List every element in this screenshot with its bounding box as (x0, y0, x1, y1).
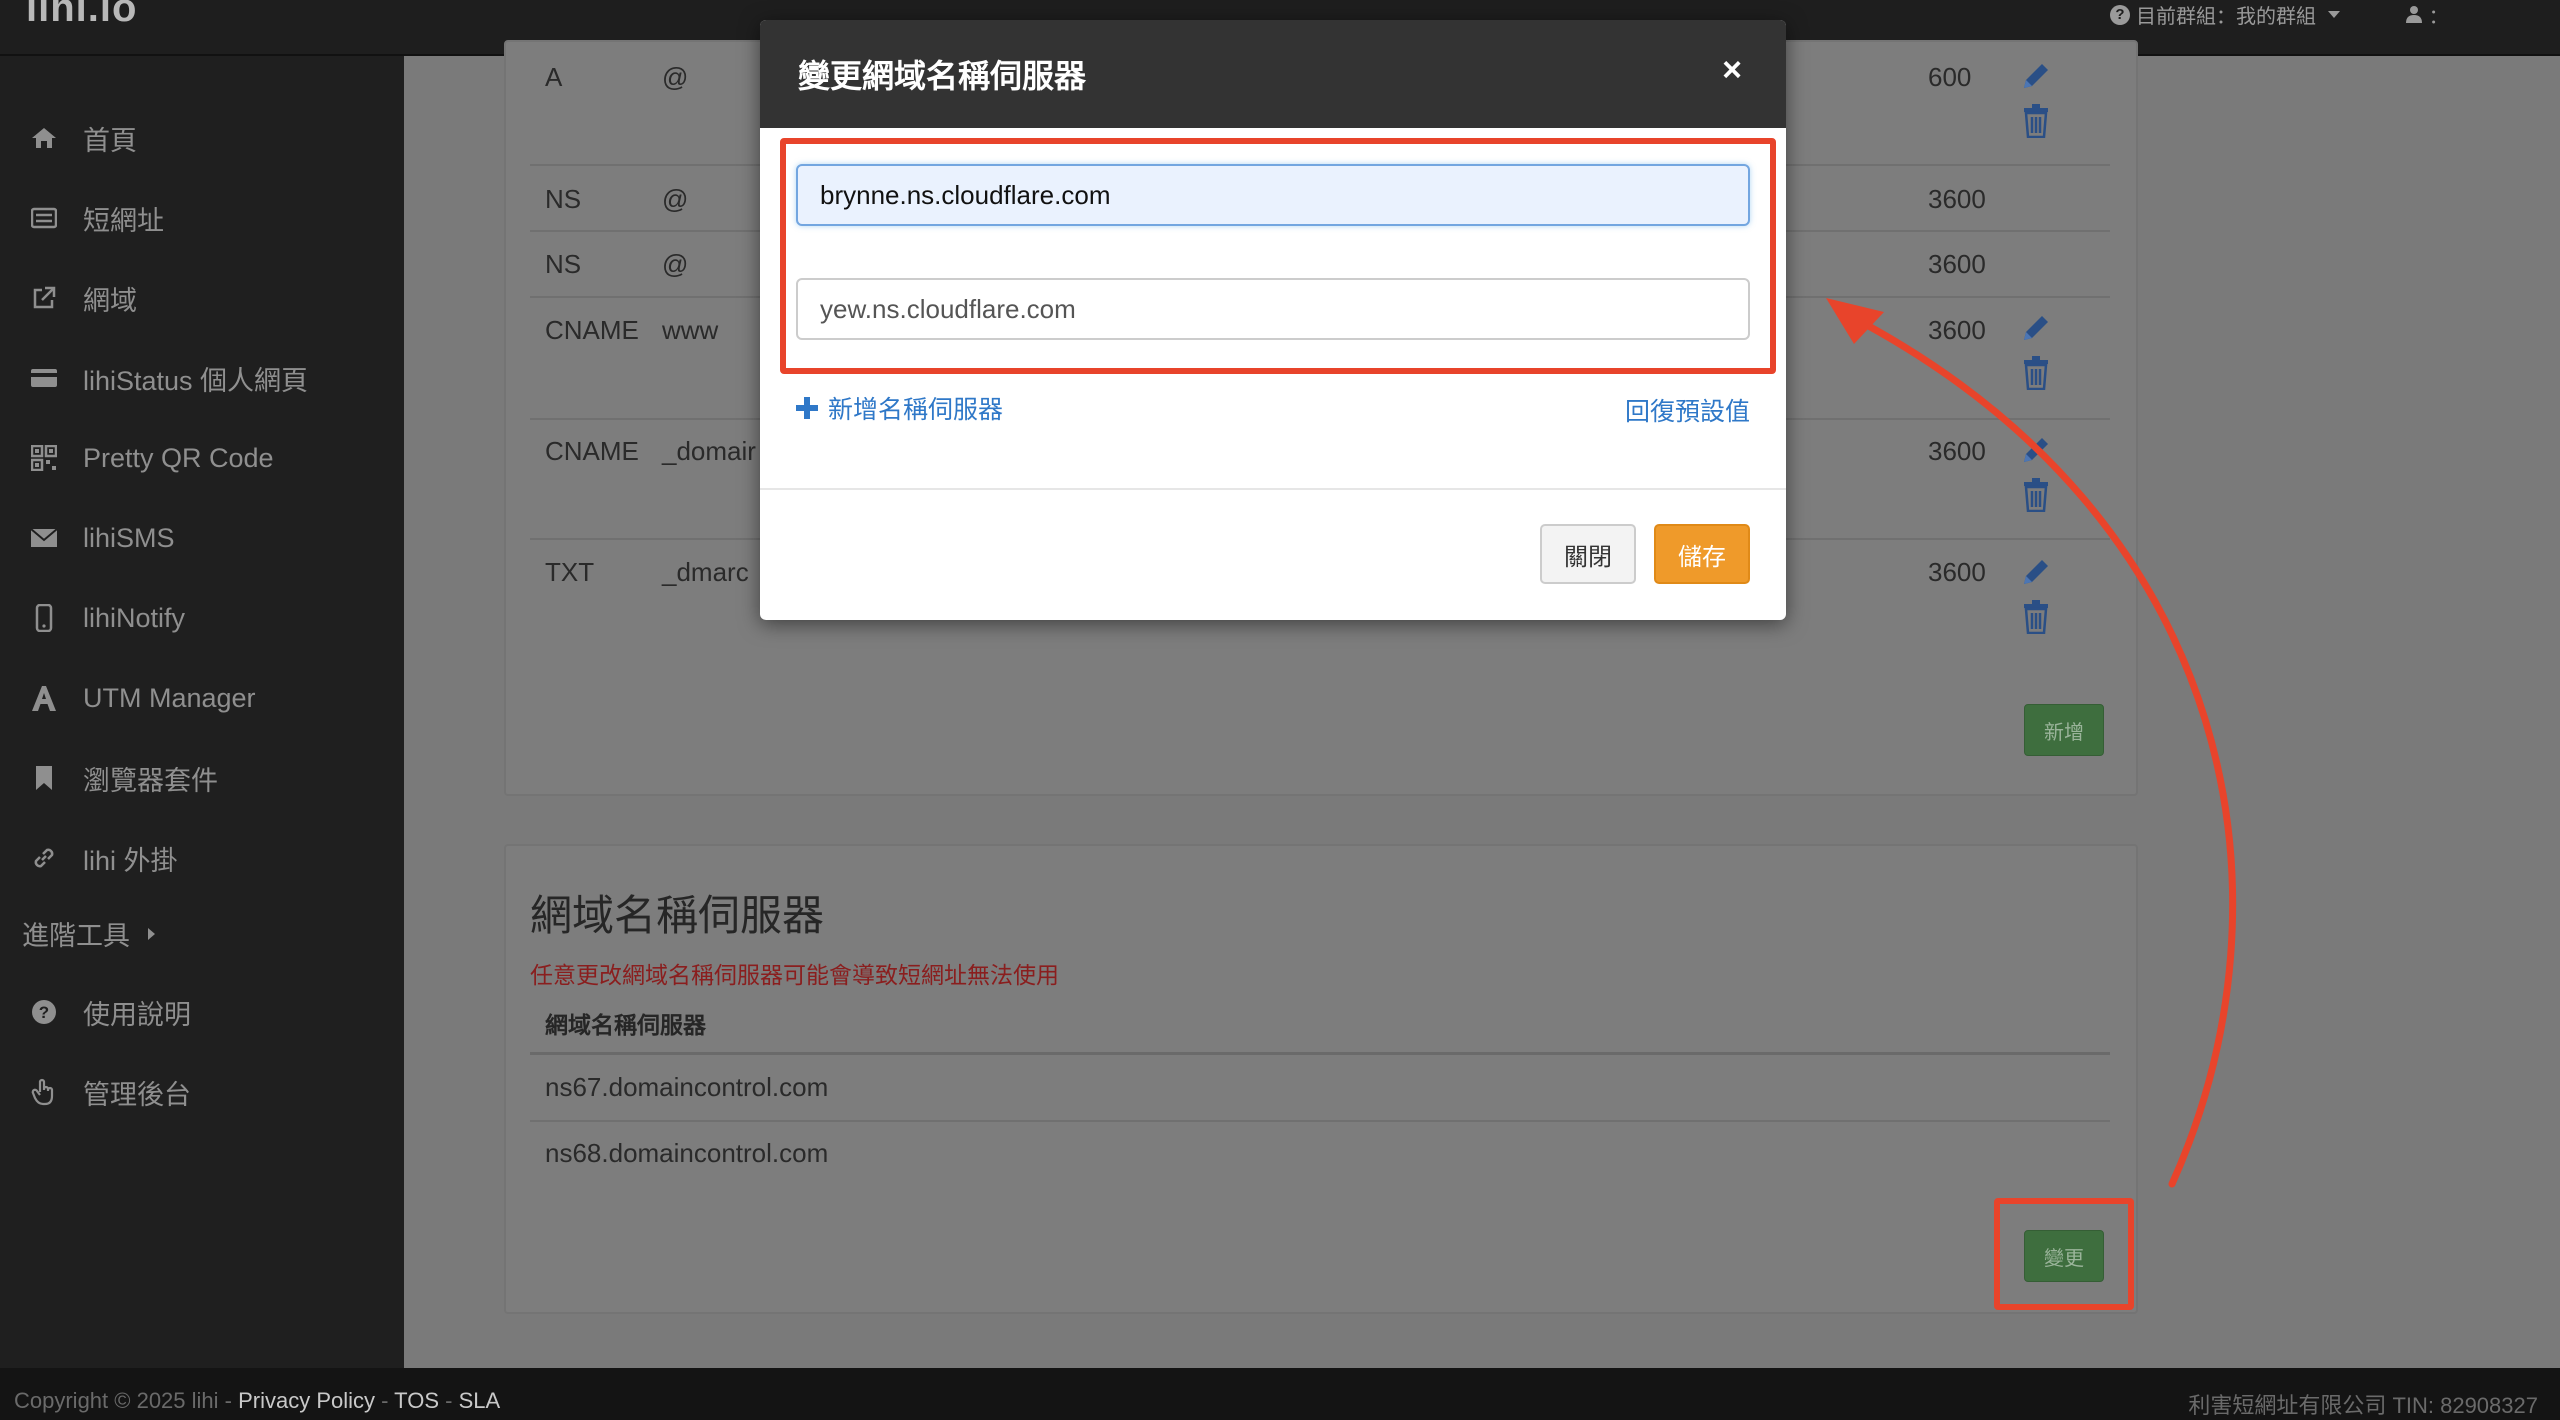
envelope-icon (28, 522, 60, 554)
bookmark-icon (28, 762, 60, 794)
external-link-icon (28, 282, 60, 314)
dns-type: TXT (545, 557, 595, 587)
nameserver-item: ns68.domaincontrol.com (545, 1138, 829, 1168)
sidebar-item-label: lihi 外掛 (83, 845, 178, 876)
sidebar-item-label: lihiSMS (83, 522, 175, 553)
nameserver-column-header: 網域名稱伺服器 (545, 1012, 706, 1038)
brand-logo[interactable]: lihi.io (26, 0, 137, 31)
dns-type: NS (545, 184, 582, 214)
dns-type: CNAME (545, 315, 639, 345)
copyright-text: Copyright © 2025 lihi - (14, 1388, 239, 1413)
delete-trash-icon[interactable] (2022, 104, 2050, 138)
dns-name: _domair (662, 436, 756, 466)
link-icon (28, 842, 60, 874)
sidebar-item-label: 使用說明 (83, 999, 191, 1030)
sidebar-item-utm-manager[interactable]: UTM Manager (28, 676, 256, 720)
sidebar-item-browser-extension[interactable]: 瀏覽器套件 (28, 756, 218, 800)
dns-ttl: 3600 (1928, 249, 1986, 279)
sidebar-item-label: 瀏覽器套件 (83, 765, 218, 796)
nameserver-section-title: 網域名稱伺服器 (530, 892, 825, 939)
dns-name: @ (662, 184, 689, 214)
modal-footer-divider (760, 488, 1786, 490)
chevron-down-icon (2328, 11, 2340, 18)
add-nameserver-link[interactable]: 新增名稱伺服器 (796, 390, 1003, 426)
sidebar-item-lihistatus[interactable]: lihiStatus 個人網頁 (28, 356, 308, 400)
sidebar-item-label: lihiStatus 個人網頁 (83, 365, 309, 396)
footer-separator: - (439, 1388, 459, 1413)
annotation-input-box (780, 138, 1776, 374)
footer-separator: - (375, 1388, 395, 1413)
dns-ttl: 600 (1928, 62, 1972, 92)
close-button[interactable]: 關閉 (1540, 524, 1636, 584)
add-nameserver-label: 新增名稱伺服器 (828, 396, 1004, 424)
dns-type: A (545, 62, 563, 92)
user-menu[interactable]: ： (2405, 0, 2449, 29)
home-icon (28, 122, 60, 154)
sidebar-item-lihi-plugin[interactable]: lihi 外掛 (28, 836, 178, 880)
restore-default-link[interactable]: 回復預設值 (1625, 392, 1750, 428)
sidebar-item-lihisms[interactable]: lihiSMS (28, 516, 175, 560)
sidebar-section-label: 進階工具 (22, 921, 130, 951)
question-icon: ? (2110, 4, 2130, 25)
dns-type: NS (545, 249, 582, 279)
dns-name: _dmarc (662, 557, 749, 587)
group-selector-label: 目前群組：我的群組 (2136, 6, 2316, 28)
nameserver-item: ns67.domaincontrol.com (545, 1072, 829, 1102)
dns-name: www (662, 315, 719, 345)
sidebar-item-label: 短網址 (83, 205, 164, 236)
footer-links: Copyright © 2025 lihi - Privacy Policy -… (14, 1388, 500, 1414)
sidebar-item-home[interactable]: 首頁 (28, 116, 137, 160)
modal-title: 變更網域名稱伺服器 (798, 58, 1087, 94)
sidebar-item-label: 管理後台 (83, 1079, 191, 1110)
font-icon (28, 682, 60, 714)
qrcode-icon (28, 442, 60, 474)
dns-type: CNAME (545, 436, 639, 466)
question-circle-icon: ? (28, 996, 60, 1028)
user-menu-label: ： (2428, 6, 2449, 28)
sidebar-item-label: 首頁 (83, 125, 137, 156)
group-selector[interactable]: ? 目前群組：我的群組 (2110, 0, 2340, 29)
sidebar-item-pretty-qr[interactable]: Pretty QR Code (28, 436, 274, 480)
user-icon (2406, 6, 2422, 23)
sidebar-item-label: UTM Manager (83, 682, 256, 713)
plus-icon (796, 397, 818, 419)
modal-header: 變更網域名稱伺服器 × (760, 20, 1786, 128)
mobile-icon (28, 602, 60, 634)
sidebar: 首頁 短網址 網域 lihiStatus 個人網頁 Pretty QR Code… (0, 56, 404, 1368)
sidebar-item-short-urls[interactable]: 短網址 (28, 196, 164, 240)
sidebar-item-help[interactable]: ? 使用說明 (28, 990, 191, 1034)
sidebar-item-admin[interactable]: 管理後台 (28, 1070, 191, 1114)
footer: Copyright © 2025 lihi - Privacy Policy -… (0, 1368, 2560, 1420)
chevron-right-icon (148, 927, 155, 940)
sidebar-item-domains[interactable]: 網域 (28, 276, 137, 320)
dns-name: @ (662, 249, 689, 279)
close-icon[interactable]: × (1712, 50, 1752, 90)
sla-link[interactable]: SLA (459, 1388, 501, 1413)
svg-text:?: ? (39, 1003, 49, 1022)
nameserver-warning: 任意更改網域名稱伺服器可能會導致短網址無法使用 (530, 962, 1059, 988)
list-icon (28, 202, 60, 234)
tos-link[interactable]: TOS (394, 1388, 439, 1413)
sidebar-item-label: Pretty QR Code (83, 442, 274, 473)
hand-pointer-icon (28, 1076, 60, 1108)
dns-name: @ (662, 62, 689, 92)
sidebar-item-label: lihiNotify (83, 602, 186, 633)
annotation-highlight-box (1994, 1198, 2134, 1310)
save-button[interactable]: 儲存 (1654, 524, 1750, 584)
company-info: 利害短網址有限公司 TIN: 82908327 (2188, 1393, 2538, 1418)
sidebar-item-label: 網域 (83, 285, 137, 316)
sidebar-section-advanced-tools[interactable]: 進階工具 (22, 914, 155, 953)
sidebar-item-lihinotify[interactable]: lihiNotify (28, 596, 185, 640)
dns-ttl: 3600 (1928, 184, 1986, 214)
card-icon (28, 362, 60, 394)
privacy-policy-link[interactable]: Privacy Policy (238, 1388, 375, 1413)
annotation-arrow (1826, 298, 2237, 1188)
edit-pencil-icon[interactable] (2020, 60, 2052, 92)
